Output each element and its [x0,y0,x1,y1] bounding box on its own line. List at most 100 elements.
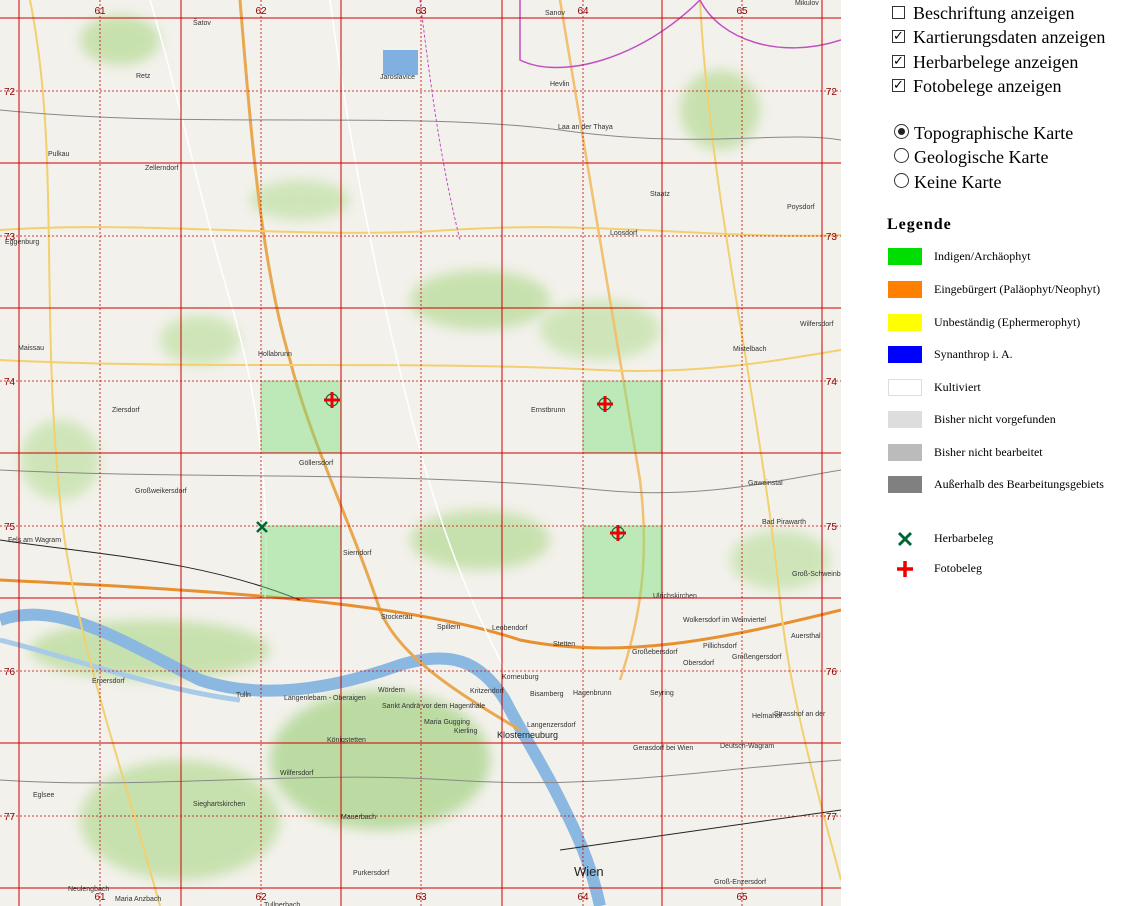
grid-label: 74 [826,377,838,388]
grid-label: 73 [4,232,16,243]
place-label: Tullnerbach [264,902,300,906]
place-label: Wilfersdorf [280,770,314,777]
place-label: Staatz [650,191,670,198]
place-label: Hevlin [550,81,570,88]
legend-symbol-label: Fotobeleg [934,561,982,575]
place-label: Ernstbrunn [531,407,565,414]
grid-label: 76 [826,667,838,678]
place-label: Hagenbrunn [573,690,612,697]
radio-circle[interactable] [894,124,909,139]
place-label: Maria Anzbach [115,896,161,903]
place-label: Groß-Schweinbarth [792,571,841,578]
place-label: Deutsch-Wagram [720,743,774,750]
lake-jaroslavice [383,50,418,75]
grid-label: 61 [94,892,106,903]
legend-swatch [888,314,922,331]
place-label: Ziersdorf [112,407,140,414]
legend-label: Indigen/Archäophyt [934,249,1031,263]
legend-label: Außerhalb des Bearbeitungsgebiets [934,477,1104,491]
map-canvas[interactable]: Šatov Sanov Mikulov Jaroslavice Hevlin Retz La… [0,0,841,906]
place-label: Purkersdorf [353,870,389,877]
terrain-layer [20,15,830,880]
place-label: Groß-Enzersdorf [714,879,766,886]
grid-label: 63 [415,6,427,17]
place-label: Königstetten [327,737,366,744]
place-label: Stockerau [381,614,413,621]
place-label: Laa an der Thaya [558,124,613,131]
place-label: Poysdorf [787,204,815,211]
place-label: Erpersdorf [92,678,125,685]
checkbox-label: Fotobelege anzeigen [913,76,1062,96]
legend-swatch [888,411,922,428]
place-label: Langenlebarn - Oberaigen [284,695,366,702]
radio-circle[interactable] [894,173,909,188]
legend-label: Bisher nicht vorgefunden [934,412,1056,426]
grid-label: 65 [736,6,748,17]
place-label: Tulln [236,692,251,699]
place-label: Ulrichskirchen [653,593,697,600]
place-label: Hollabrunn [258,351,292,358]
place-label: Pulkau [48,151,70,158]
place-label: Kierling [454,728,477,735]
grid-label: 72 [4,87,16,98]
legend-symbol-label: Herbarbeleg [934,531,994,545]
radio-label: Keine Karte [914,172,1002,192]
place-label: Mistelbach [733,346,767,353]
place-label: Wilfersdorf [800,321,834,328]
place-label: Wolkersdorf im Weinviertel [683,617,766,624]
legend-label: Bisher nicht bearbeitet [934,445,1043,459]
checkbox-box[interactable] [892,6,905,19]
topographic-map[interactable]: Šatov Sanov Mikulov Jaroslavice Hevlin Retz La… [0,0,841,906]
grid-label: 73 [826,232,838,243]
place-label: Korneuburg [502,674,539,681]
place-label: Großweikersdorf [135,488,187,495]
place-label: Strasshof an der [774,711,826,718]
legend-title: Legende [887,216,952,233]
checkbox-box[interactable]: ✓ [892,55,905,68]
radio-circle[interactable] [894,148,909,163]
place-label: Sierndorf [343,550,371,557]
legend-label: Kultiviert [934,380,981,394]
grid-label: 62 [255,892,267,903]
place-label: Sanov [545,10,565,17]
place-label: Großengersdorf [732,654,781,661]
place-label: Auersthal [791,633,821,640]
legend-label: Eingebürgert (Paläophyt/Neophyt) [934,282,1101,296]
place-label: Sankt Andrä vor dem Hagenthale [382,703,485,710]
place-label: Fels am Wagram [8,537,61,544]
place-label: Mauerbach [341,814,376,821]
place-label: Pillichsdorf [703,643,737,650]
place-label: Maissau [18,345,44,352]
place-label: Stetten [553,641,575,648]
place-label: Spillern [437,624,460,631]
legend-label: Unbeständig (Ephermerophyt) [934,315,1081,329]
grid-label: 75 [826,522,838,533]
radio-label: Topographische Karte [914,123,1074,143]
place-label: Wördern [378,687,405,694]
legend-swatch [888,281,922,298]
checkbox-label: Kartierungsdaten anzeigen [913,27,1106,47]
place-label: Langenzersdorf [527,722,576,729]
place-label: Mikulov [795,0,819,7]
place-label: Zellerndorf [145,165,179,172]
checkbox-box[interactable]: ✓ [892,79,905,92]
legend-swatch [888,444,922,461]
place-label: Sieghartskirchen [193,801,245,808]
place-label: Šatov [193,18,211,27]
grid-label: 77 [4,812,16,823]
legend-swatch [888,476,922,493]
grid-label: 64 [577,6,589,17]
radio-label: Geologische Karte [914,147,1049,167]
checkbox-label: Beschriftung anzeigen [913,3,1075,23]
place-label: Retz [136,73,151,80]
place-label: Gaweinstal [748,480,783,487]
legend-swatch [888,248,922,265]
grid-label: 77 [826,812,838,823]
place-label: Klosterneuburg [497,730,558,740]
grid-label: 63 [415,892,427,903]
grid-label: 75 [4,522,16,533]
legend-swatch [888,379,922,396]
checkbox-label: Herbarbelege anzeigen [913,52,1079,72]
place-label: Bisamberg [530,691,564,698]
checkbox-box[interactable]: ✓ [892,30,905,43]
